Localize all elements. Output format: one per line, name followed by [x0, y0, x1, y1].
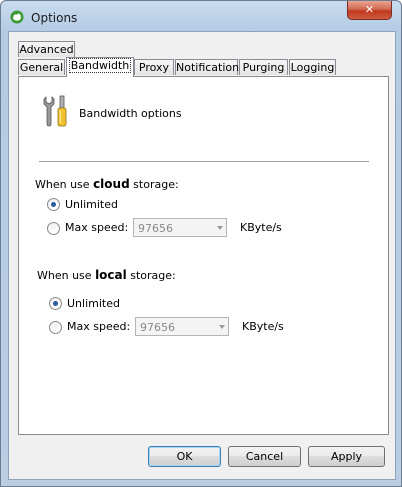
bandwidth-panel: Bandwidth options When use cloud storage… [18, 76, 389, 435]
cloud-unlimited-radio[interactable] [47, 198, 60, 211]
close-button[interactable]: ✕ [347, 1, 392, 20]
chevron-down-icon [217, 226, 223, 230]
cloud-maxspeed-label[interactable]: Max speed: [65, 221, 128, 234]
dialog-client: Advanced General Bandwidth Proxy Notific… [8, 31, 396, 480]
ok-button[interactable]: OK [148, 446, 221, 467]
options-window: Options ✕ Advanced General Bandwidth Pro… [0, 0, 402, 487]
chevron-down-icon [219, 325, 225, 329]
cloud-maxspeed-combo[interactable]: 97656 [133, 218, 227, 237]
local-maxspeed-combo[interactable]: 97656 [135, 317, 229, 336]
tab-label: Bandwidth [68, 58, 132, 73]
tab-advanced[interactable]: Advanced [18, 41, 75, 57]
cloud-maxspeed-value: 97656 [138, 222, 173, 235]
cloud-label-prefix: When use [35, 178, 94, 191]
local-group-label: When use local storage: [37, 268, 176, 282]
tab-purging[interactable]: Purging [239, 59, 288, 75]
cloud-label-bold: cloud [93, 177, 130, 191]
tab-label: Logging [290, 61, 335, 74]
tab-notification[interactable]: Notification [175, 59, 240, 75]
title-bar[interactable]: Options ✕ [1, 1, 401, 31]
local-maxspeed-value: 97656 [140, 321, 175, 334]
tab-general[interactable]: General [18, 59, 65, 75]
header-divider [39, 161, 369, 162]
cloud-unit: KByte/s [240, 221, 282, 234]
local-unlimited-radio[interactable] [49, 297, 62, 310]
cloud-label-suffix: storage: [129, 178, 179, 191]
local-label-suffix: storage: [126, 269, 176, 282]
tab-label: Notification [176, 61, 240, 74]
local-unit: KByte/s [242, 320, 284, 333]
tab-label: Advanced [19, 43, 74, 56]
apply-button[interactable]: Apply [308, 446, 385, 467]
close-icon: ✕ [364, 3, 375, 16]
tab-label: General [19, 61, 64, 74]
local-maxspeed-label[interactable]: Max speed: [67, 320, 130, 333]
window-title: Options [31, 11, 78, 25]
local-unlimited-label[interactable]: Unlimited [67, 297, 120, 310]
cloud-group-label: When use cloud storage: [35, 177, 179, 191]
tab-logging[interactable]: Logging [289, 59, 336, 75]
tab-proxy[interactable]: Proxy [134, 59, 174, 75]
tab-label: Purging [242, 61, 285, 74]
header-title: Bandwidth options [79, 107, 182, 120]
cloud-unlimited-text: Unlimited [65, 198, 118, 211]
cancel-button[interactable]: Cancel [228, 446, 301, 467]
app-icon [10, 10, 24, 24]
local-maxspeed-radio[interactable] [49, 321, 62, 334]
tab-label: Proxy [138, 61, 170, 74]
tools-icon [43, 95, 67, 127]
local-label-prefix: When use [37, 269, 96, 282]
local-label-bold: local [95, 268, 127, 282]
cloud-unlimited-label[interactable]: Unlimited [65, 198, 118, 211]
cloud-maxspeed-radio[interactable] [47, 222, 60, 235]
tab-bandwidth[interactable]: Bandwidth [66, 57, 134, 77]
